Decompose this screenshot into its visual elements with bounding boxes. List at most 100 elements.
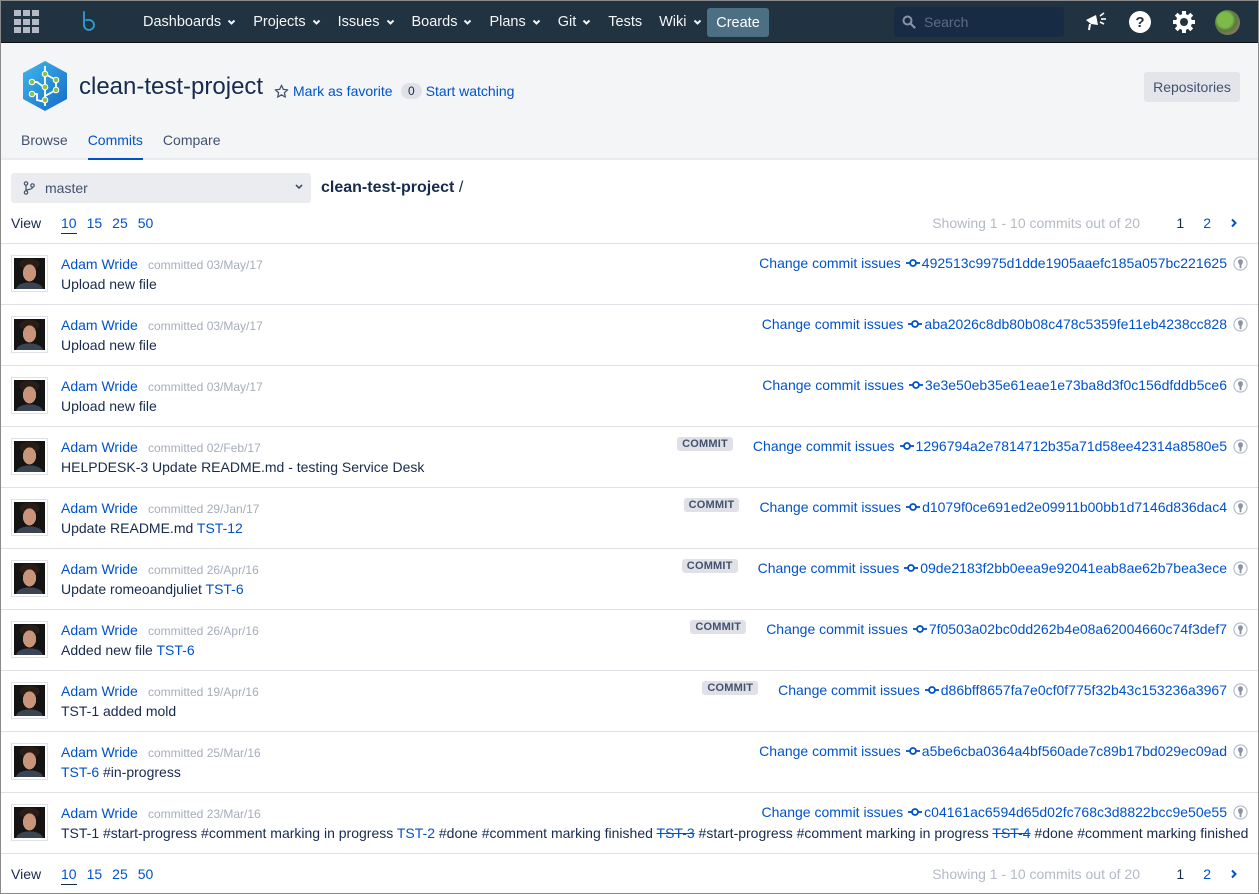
next-page-button[interactable] xyxy=(1230,866,1238,882)
mark-as-favorite-link[interactable]: Mark as favorite xyxy=(274,83,393,99)
page-size-25[interactable]: 25 xyxy=(112,215,128,231)
author-link[interactable]: Adam Wride xyxy=(61,744,138,760)
start-watching-link[interactable]: 0 Start watching xyxy=(401,83,514,99)
notifications-megaphone-icon[interactable] xyxy=(1084,10,1108,34)
change-commit-issues-link[interactable]: Change commit issues xyxy=(759,743,901,759)
commit-hash-link[interactable]: 1296794a2e7814712b35a71d58ee42314a8580e5 xyxy=(916,438,1227,454)
git-host-icon[interactable] xyxy=(1233,377,1248,393)
change-commit-issues-link[interactable]: Change commit issues xyxy=(762,804,904,820)
issue-link[interactable]: TST-6 xyxy=(206,581,244,597)
create-button[interactable]: Create xyxy=(707,8,769,37)
page-size-10[interactable]: 10 xyxy=(61,866,77,885)
nav-menu-git[interactable]: Git xyxy=(558,14,592,30)
commit-hash-link[interactable]: d86bff8657fa7e0cf0f775f32b43c153236a3967 xyxy=(941,682,1227,698)
page-size-15[interactable]: 15 xyxy=(87,866,103,882)
page-2[interactable]: 2 xyxy=(1203,215,1211,231)
issue-link[interactable]: TST-4 xyxy=(992,825,1030,841)
author-avatar[interactable] xyxy=(11,621,48,658)
git-host-icon[interactable] xyxy=(1233,560,1248,576)
repository-path-name[interactable]: clean-test-project xyxy=(321,179,454,196)
user-avatar[interactable] xyxy=(1215,10,1240,35)
commit-hash-link[interactable]: c04161ac6594d65d02fc768c3d8822bcc9e50e55 xyxy=(924,804,1227,820)
change-commit-issues-link[interactable]: Change commit issues xyxy=(762,316,904,332)
page-size-15[interactable]: 15 xyxy=(87,215,103,231)
change-commit-issues-link[interactable]: Change commit issues xyxy=(759,255,901,271)
nav-menu-issues[interactable]: Issues xyxy=(338,14,395,30)
git-host-icon[interactable] xyxy=(1233,804,1248,820)
change-commit-issues-link[interactable]: Change commit issues xyxy=(762,377,904,393)
git-host-icon[interactable] xyxy=(1233,621,1248,637)
git-host-icon[interactable] xyxy=(1233,316,1248,332)
git-host-icon[interactable] xyxy=(1233,743,1248,759)
page-size-25[interactable]: 25 xyxy=(112,866,128,882)
git-host-icon[interactable] xyxy=(1233,499,1248,515)
author-avatar[interactable] xyxy=(11,377,48,414)
author-avatar-image xyxy=(14,380,45,411)
author-link[interactable]: Adam Wride xyxy=(61,622,138,638)
author-link[interactable]: Adam Wride xyxy=(61,317,138,333)
bitbucket-logo-icon[interactable] xyxy=(80,11,96,33)
chevron-down-icon xyxy=(583,19,591,25)
author-avatar[interactable] xyxy=(11,743,48,780)
nav-menu-plans[interactable]: Plans xyxy=(489,14,540,30)
issue-link[interactable]: TST-12 xyxy=(197,520,243,536)
author-avatar[interactable] xyxy=(11,682,48,719)
committed-prefix: committed xyxy=(148,563,204,577)
search-input[interactable] xyxy=(924,14,1054,30)
nav-menu-tests[interactable]: Tests xyxy=(608,14,642,30)
commit-hash-link[interactable]: aba2026c8db80b08c478c5359fe11eb4238cc828 xyxy=(924,316,1227,332)
help-icon[interactable]: ? xyxy=(1128,10,1152,34)
author-avatar[interactable] xyxy=(11,316,48,353)
git-host-icon[interactable] xyxy=(1233,682,1248,698)
page-2[interactable]: 2 xyxy=(1203,866,1211,882)
change-commit-issues-link[interactable]: Change commit issues xyxy=(778,682,920,698)
next-page-button[interactable] xyxy=(1230,215,1238,231)
commit-hash-link[interactable]: 492513c9975d1dde1905aaefc185a057bc221625 xyxy=(922,255,1227,271)
commit-hash-link[interactable]: 3e3e50eb35e61eae1e73ba8d3f0c156dfddb5ce6 xyxy=(925,377,1227,393)
nav-menu-wiki[interactable]: Wiki xyxy=(659,14,701,30)
commit-type-lozenge: COMMIT xyxy=(683,498,740,512)
nav-menu-label: Tests xyxy=(608,14,643,30)
change-commit-issues-link[interactable]: Change commit issues xyxy=(759,499,901,515)
tab-commits[interactable]: Commits xyxy=(87,132,144,160)
page-size-10[interactable]: 10 xyxy=(61,215,77,234)
settings-gear-icon[interactable] xyxy=(1172,10,1196,34)
issue-link[interactable]: TST-3 xyxy=(657,825,695,841)
page-size-50[interactable]: 50 xyxy=(138,866,154,882)
app-switcher-icon[interactable] xyxy=(14,10,39,34)
author-link[interactable]: Adam Wride xyxy=(61,256,138,272)
author-link[interactable]: Adam Wride xyxy=(61,561,138,577)
nav-menu-boards[interactable]: Boards xyxy=(412,14,473,30)
commit-hash-link[interactable]: 09de2183f2bb0eea9e92041eab8ae62b7bea3ece xyxy=(920,560,1227,576)
author-avatar[interactable] xyxy=(11,499,48,536)
author-avatar[interactable] xyxy=(11,255,48,292)
change-commit-issues-link[interactable]: Change commit issues xyxy=(753,438,895,454)
author-link[interactable]: Adam Wride xyxy=(61,378,138,394)
commit-icon xyxy=(908,808,923,816)
author-link[interactable]: Adam Wride xyxy=(61,439,138,455)
search-field[interactable] xyxy=(894,7,1064,37)
author-avatar[interactable] xyxy=(11,560,48,597)
author-avatar[interactable] xyxy=(11,438,48,475)
nav-menu-dashboards[interactable]: Dashboards xyxy=(143,14,236,30)
commit-hash-link[interactable]: a5be6cba0364a4bf560ade7c89b17bd029ec09ad xyxy=(922,743,1227,759)
author-avatar[interactable] xyxy=(11,804,48,841)
change-commit-issues-link[interactable]: Change commit issues xyxy=(766,621,908,637)
issue-link[interactable]: TST-2 xyxy=(397,825,435,841)
tab-browse[interactable]: Browse xyxy=(21,132,68,158)
commit-hash-link[interactable]: d1079f0ce691ed2e09911b00bb1d7146d836dac4 xyxy=(922,499,1227,515)
git-host-icon[interactable] xyxy=(1233,438,1248,454)
commit-hash-link[interactable]: 7f0503a02bc0dd262b4e08a62004660c74f3def7 xyxy=(929,621,1227,637)
issue-link[interactable]: TST-6 xyxy=(61,764,99,780)
author-link[interactable]: Adam Wride xyxy=(61,683,138,699)
git-host-icon[interactable] xyxy=(1233,255,1248,271)
author-link[interactable]: Adam Wride xyxy=(61,805,138,821)
nav-menu-projects[interactable]: Projects xyxy=(253,14,320,30)
tab-compare[interactable]: Compare xyxy=(163,132,221,158)
page-size-50[interactable]: 50 xyxy=(138,215,154,231)
repositories-button[interactable]: Repositories xyxy=(1144,72,1240,102)
change-commit-issues-link[interactable]: Change commit issues xyxy=(758,560,900,576)
branch-select[interactable]: master xyxy=(11,173,311,203)
author-link[interactable]: Adam Wride xyxy=(61,500,138,516)
issue-link[interactable]: TST-6 xyxy=(156,642,194,658)
